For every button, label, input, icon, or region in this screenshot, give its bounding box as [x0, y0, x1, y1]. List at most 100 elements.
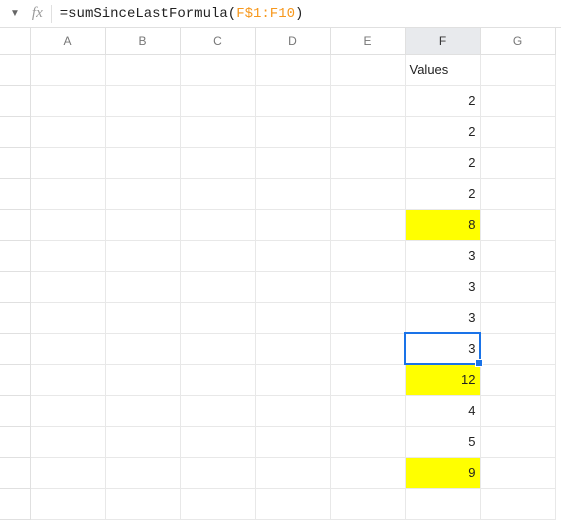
- cell-a10[interactable]: [30, 333, 105, 364]
- cell-e6[interactable]: [330, 209, 405, 240]
- cell-g8[interactable]: [480, 271, 555, 302]
- cell-b8[interactable]: [105, 271, 180, 302]
- cell-d8[interactable]: [255, 271, 330, 302]
- cell-g2[interactable]: [480, 85, 555, 116]
- cell-e5[interactable]: [330, 178, 405, 209]
- cell-b2[interactable]: [105, 85, 180, 116]
- cell-c7[interactable]: [180, 240, 255, 271]
- cell-a2[interactable]: [30, 85, 105, 116]
- cell-f3[interactable]: 2: [405, 116, 480, 147]
- cell-a13[interactable]: [30, 426, 105, 457]
- row-header[interactable]: [0, 302, 30, 333]
- cell-f4[interactable]: 2: [405, 147, 480, 178]
- cell-c4[interactable]: [180, 147, 255, 178]
- row-header[interactable]: [0, 209, 30, 240]
- cell-e7[interactable]: [330, 240, 405, 271]
- cell-d3[interactable]: [255, 116, 330, 147]
- cell-b13[interactable]: [105, 426, 180, 457]
- cell-a8[interactable]: [30, 271, 105, 302]
- cell-g12[interactable]: [480, 395, 555, 426]
- cell-c13[interactable]: [180, 426, 255, 457]
- cell-c9[interactable]: [180, 302, 255, 333]
- cell-d2[interactable]: [255, 85, 330, 116]
- cell-f1[interactable]: Values: [405, 54, 480, 85]
- row-header[interactable]: [0, 116, 30, 147]
- cell-e13[interactable]: [330, 426, 405, 457]
- cell-e3[interactable]: [330, 116, 405, 147]
- cell-g9[interactable]: [480, 302, 555, 333]
- cell-d5[interactable]: [255, 178, 330, 209]
- cell-e11[interactable]: [330, 364, 405, 395]
- cell-a7[interactable]: [30, 240, 105, 271]
- cell-f13[interactable]: 5: [405, 426, 480, 457]
- cell-a3[interactable]: [30, 116, 105, 147]
- formula-input[interactable]: =sumSinceLastFormula(F$1:F10): [60, 6, 555, 22]
- cell-f15[interactable]: [405, 488, 480, 519]
- row-header[interactable]: [0, 85, 30, 116]
- cell-g10[interactable]: [480, 333, 555, 364]
- cell-b9[interactable]: [105, 302, 180, 333]
- cell-e8[interactable]: [330, 271, 405, 302]
- cell-e10[interactable]: [330, 333, 405, 364]
- cell-f8[interactable]: 3: [405, 271, 480, 302]
- cell-b4[interactable]: [105, 147, 180, 178]
- row-header[interactable]: [0, 364, 30, 395]
- cell-d10[interactable]: [255, 333, 330, 364]
- cell-d13[interactable]: [255, 426, 330, 457]
- spreadsheet-grid[interactable]: ABCDEFGValues22228333312459: [0, 28, 561, 520]
- cell-b12[interactable]: [105, 395, 180, 426]
- cell-d12[interactable]: [255, 395, 330, 426]
- cell-a5[interactable]: [30, 178, 105, 209]
- cell-d7[interactable]: [255, 240, 330, 271]
- select-all-corner[interactable]: [0, 28, 30, 54]
- cell-g14[interactable]: [480, 457, 555, 488]
- cell-c14[interactable]: [180, 457, 255, 488]
- column-header-g[interactable]: G: [480, 28, 555, 54]
- cell-c5[interactable]: [180, 178, 255, 209]
- cell-g1[interactable]: [480, 54, 555, 85]
- cell-d9[interactable]: [255, 302, 330, 333]
- cell-f5[interactable]: 2: [405, 178, 480, 209]
- cell-b15[interactable]: [105, 488, 180, 519]
- cell-c12[interactable]: [180, 395, 255, 426]
- cell-f10[interactable]: 3: [405, 333, 480, 364]
- cell-a12[interactable]: [30, 395, 105, 426]
- cell-d11[interactable]: [255, 364, 330, 395]
- cell-e2[interactable]: [330, 85, 405, 116]
- row-header[interactable]: [0, 426, 30, 457]
- cell-g5[interactable]: [480, 178, 555, 209]
- cell-b1[interactable]: [105, 54, 180, 85]
- cell-e12[interactable]: [330, 395, 405, 426]
- row-header[interactable]: [0, 488, 30, 519]
- column-header-f[interactable]: F: [405, 28, 480, 54]
- cell-c2[interactable]: [180, 85, 255, 116]
- cell-c6[interactable]: [180, 209, 255, 240]
- cell-f14[interactable]: 9: [405, 457, 480, 488]
- column-header-b[interactable]: B: [105, 28, 180, 54]
- cell-g7[interactable]: [480, 240, 555, 271]
- cell-b5[interactable]: [105, 178, 180, 209]
- row-header[interactable]: [0, 457, 30, 488]
- cell-e1[interactable]: [330, 54, 405, 85]
- cell-a4[interactable]: [30, 147, 105, 178]
- cell-a1[interactable]: [30, 54, 105, 85]
- cell-a11[interactable]: [30, 364, 105, 395]
- row-header[interactable]: [0, 395, 30, 426]
- column-header-d[interactable]: D: [255, 28, 330, 54]
- cell-c10[interactable]: [180, 333, 255, 364]
- cell-b11[interactable]: [105, 364, 180, 395]
- cell-a14[interactable]: [30, 457, 105, 488]
- cell-b7[interactable]: [105, 240, 180, 271]
- cell-a6[interactable]: [30, 209, 105, 240]
- cell-c1[interactable]: [180, 54, 255, 85]
- cell-c11[interactable]: [180, 364, 255, 395]
- cell-d1[interactable]: [255, 54, 330, 85]
- cell-a9[interactable]: [30, 302, 105, 333]
- cell-b10[interactable]: [105, 333, 180, 364]
- cell-d6[interactable]: [255, 209, 330, 240]
- cell-g15[interactable]: [480, 488, 555, 519]
- cell-g6[interactable]: [480, 209, 555, 240]
- column-header-c[interactable]: C: [180, 28, 255, 54]
- cell-e4[interactable]: [330, 147, 405, 178]
- column-header-e[interactable]: E: [330, 28, 405, 54]
